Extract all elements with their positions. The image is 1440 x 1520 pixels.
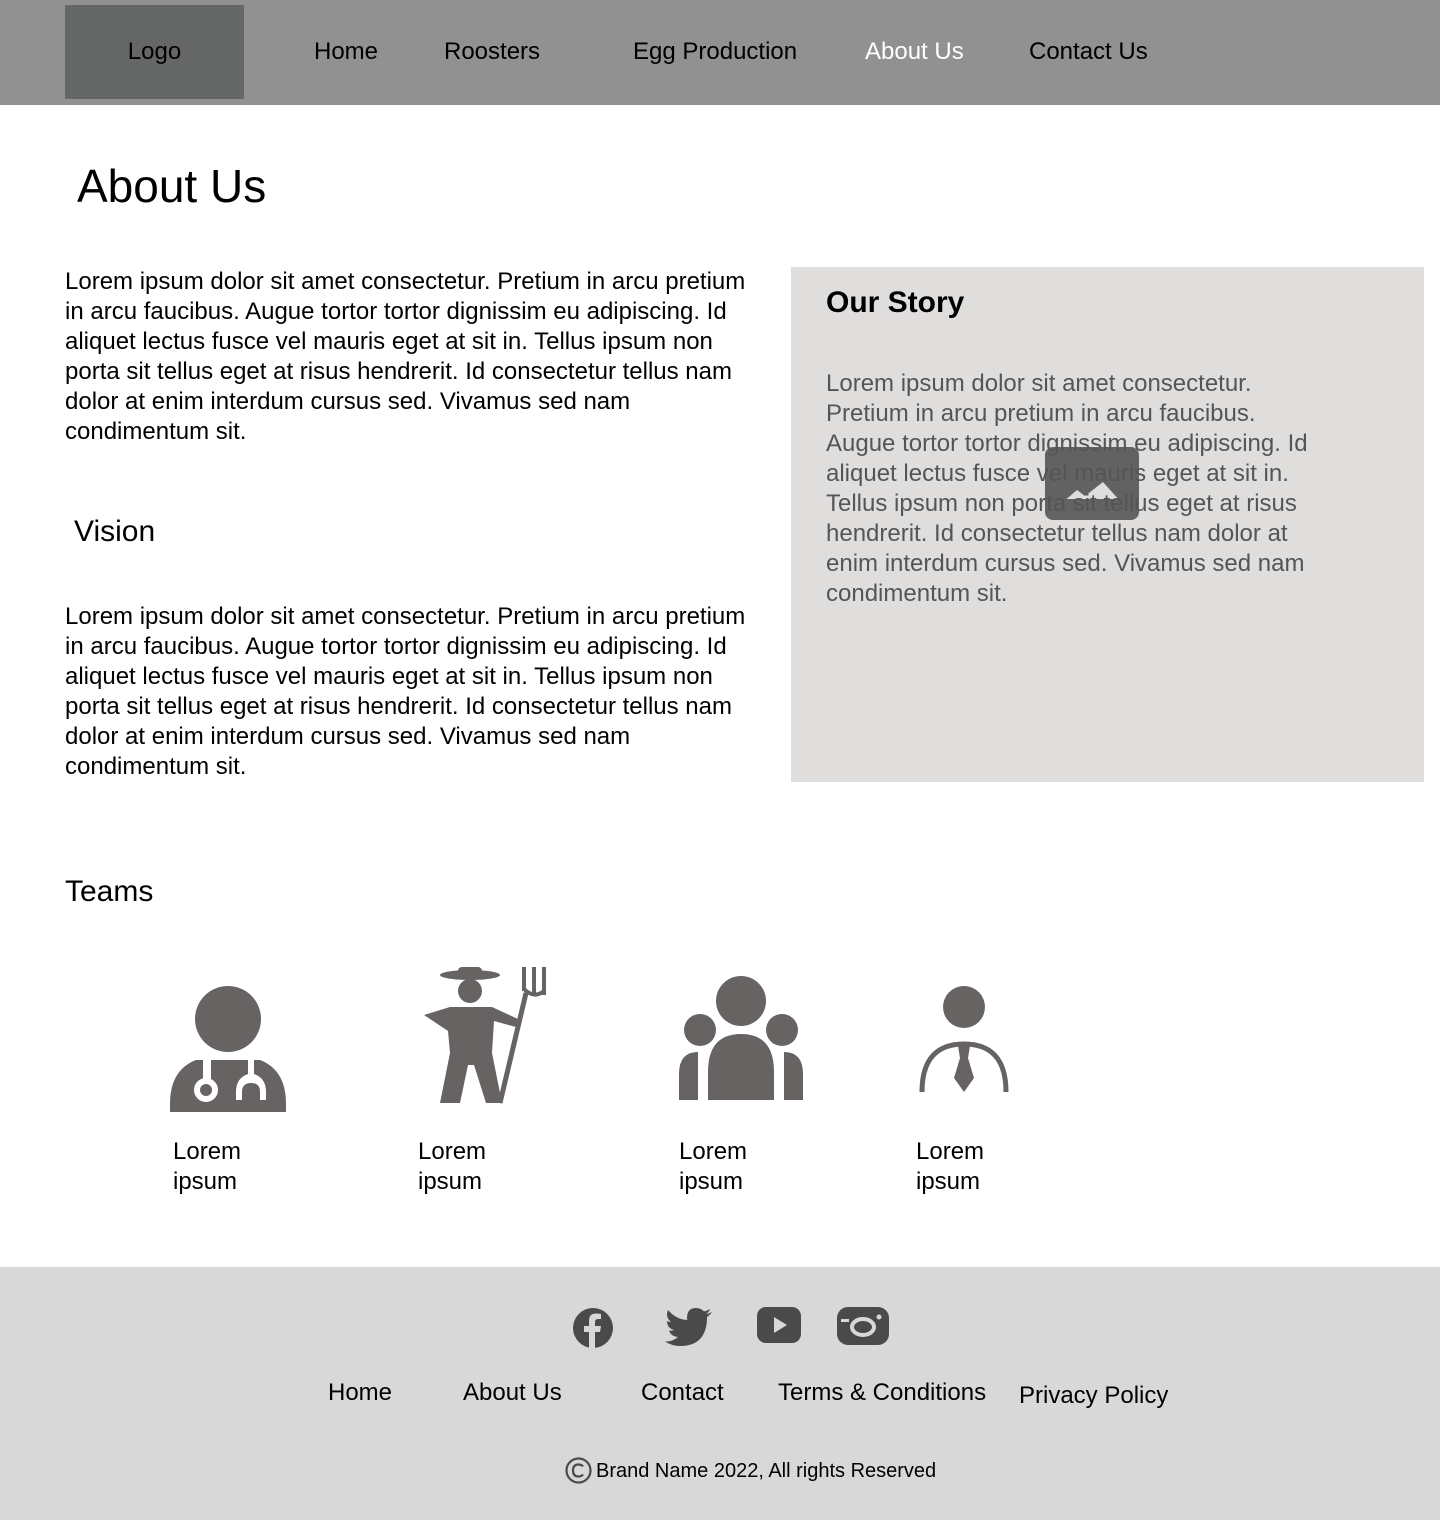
footer-link-privacy[interactable]: Privacy Policy [1019,1381,1168,1411]
youtube-icon[interactable] [757,1307,801,1343]
our-story-heading: Our Story [826,286,965,319]
instagram-icon[interactable] [837,1307,889,1345]
intro-paragraph: Lorem ipsum dolor sit amet consectetur. … [65,268,746,445]
teams-heading: Teams [65,875,154,908]
team-label-businessman: Lorem ipsum [916,1138,985,1195]
nav-roosters[interactable]: Roosters [444,36,540,68]
footer-link-home[interactable]: Home [328,1378,392,1408]
footer-link-about-us[interactable]: About Us [463,1378,562,1408]
copyright-text: Brand Name 2022, All rights Reserved [596,1459,937,1482]
top-navigation: Logo Home Roosters Egg Production About … [0,0,1440,105]
team-label-group: Lorem ipsum [679,1138,748,1195]
nav-home[interactable]: Home [314,36,378,68]
vision-paragraph: Lorem ipsum dolor sit amet consectetur. … [65,603,746,780]
footer-link-terms[interactable]: Terms & Conditions [778,1378,986,1408]
doctor-icon [170,986,286,1112]
facebook-icon[interactable] [572,1307,614,1349]
group-icon [679,976,803,1100]
farmer-icon [424,967,546,1104]
vision-heading: Vision [74,515,156,548]
team-label-doctor: Lorem ipsum [173,1138,242,1195]
logo[interactable]: Logo [65,5,244,99]
our-story-card: Our Story Lorem ipsum dolor sit amet con… [791,267,1424,782]
nav-contact-us[interactable]: Contact Us [1029,36,1148,68]
page-title: About Us [77,160,267,212]
copyright-icon [565,1457,592,1484]
nav-egg-production[interactable]: Egg Production [633,36,797,68]
twitter-icon[interactable] [665,1307,713,1347]
our-story-paragraph: Lorem ipsum dolor sit amet consectetur. … [826,370,1308,607]
team-label-farmer: Lorem ipsum [418,1138,487,1195]
nav-about-us[interactable]: About Us [865,36,964,68]
footer: Home About Us Contact Terms & Conditions… [0,1267,1440,1520]
copyright: Brand Name 2022, All rights Reserved [565,1457,936,1484]
businessman-icon [919,986,1009,1093]
footer-link-contact[interactable]: Contact [641,1378,724,1408]
